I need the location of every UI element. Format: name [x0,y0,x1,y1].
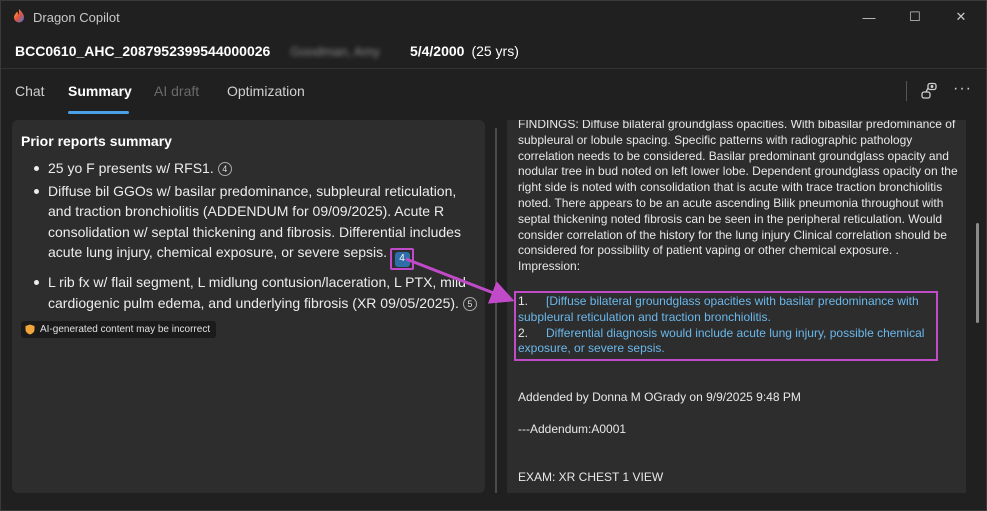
citation-badge[interactable]: 4 [217,162,232,177]
patient-id: BCC0610_AHC_2087952399544000026 [15,43,271,59]
tab-summary[interactable]: Summary [68,83,132,99]
patient-header: BCC0610_AHC_2087952399544000026 Goodman,… [15,41,519,61]
report-panel: FINDINGS: Diffuse bilateral groundglass … [507,120,966,493]
summary-list: 25 yo F presents w/ RFS1. 4 Diffuse bil G… [21,158,481,315]
close-button[interactable]: ✕ [938,1,984,33]
exam-title: EXAM: XR CHEST 1 VIEW [518,470,664,484]
tab-ai-draft[interactable]: AI draft [154,83,199,99]
header-divider [1,68,986,69]
maximize-button[interactable]: ☐ [892,1,938,33]
impression-label: Impression: [518,259,581,274]
patient-name: Goodman, Amy [290,43,380,59]
more-options-icon[interactable]: ··· [953,80,972,98]
citation-badge-active[interactable]: 4 [390,248,415,271]
minimize-icon: — [862,9,876,25]
shield-icon [25,324,35,335]
ai-disclaimer-badge: AI-generated content may be incorrect [21,321,217,338]
citation-number: 4 [394,251,410,267]
app-title: Dragon Copilot [33,10,120,25]
summary-item-text: 25 yo F presents w/ RFS1. [48,160,214,176]
summary-item-text: L rib fx w/ flail segment, L midlung con… [48,274,466,311]
app-window: Dragon Copilot — ☐ ✕ BCC0610_AHC_2087952… [0,0,987,511]
summary-item: L rib fx w/ flail segment, L midlung con… [21,272,481,313]
report-findings: FINDINGS: Diffuse bilateral groundglass … [518,120,958,258]
tab-chat[interactable]: Chat [15,83,45,99]
title-bar: Dragon Copilot — ☐ ✕ [1,1,986,33]
tab-optimization[interactable]: Optimization [227,83,305,99]
impression-highlight-box [514,291,938,361]
summary-item: 25 yo F presents w/ RFS1. 4 [21,158,481,179]
summary-panel: Prior reports summary 25 yo F presents w… [12,120,485,493]
maximize-icon: ☐ [909,9,921,24]
ai-disclaimer-text: AI-generated content may be incorrect [40,324,211,335]
connect-icon[interactable] [919,81,939,101]
tab-bar: Chat Summary AI draft Optimization ··· [1,73,986,114]
tabs-separator [906,81,907,101]
dragon-copilot-logo-icon [14,9,24,23]
addendum-header: ---Addendum:A0001 [518,422,627,436]
report-text: FINDINGS: Diffuse bilateral groundglass … [518,120,958,275]
report-scrollbar[interactable] [976,223,979,323]
summary-item: Diffuse bil GGOs w/ basilar predominance… [21,181,481,271]
minimize-button[interactable]: — [846,1,892,33]
patient-age: (25 yrs) [471,43,519,59]
close-icon: ✕ [955,9,967,24]
panel-divider[interactable] [495,128,497,493]
summary-title: Prior reports summary [21,133,172,149]
active-tab-indicator [68,111,129,114]
patient-dob: 5/4/2000 [409,43,465,59]
addended-by: Addended by Donna M OGrady on 9/9/2025 9… [518,390,801,404]
citation-badge[interactable]: 5 [462,297,477,311]
